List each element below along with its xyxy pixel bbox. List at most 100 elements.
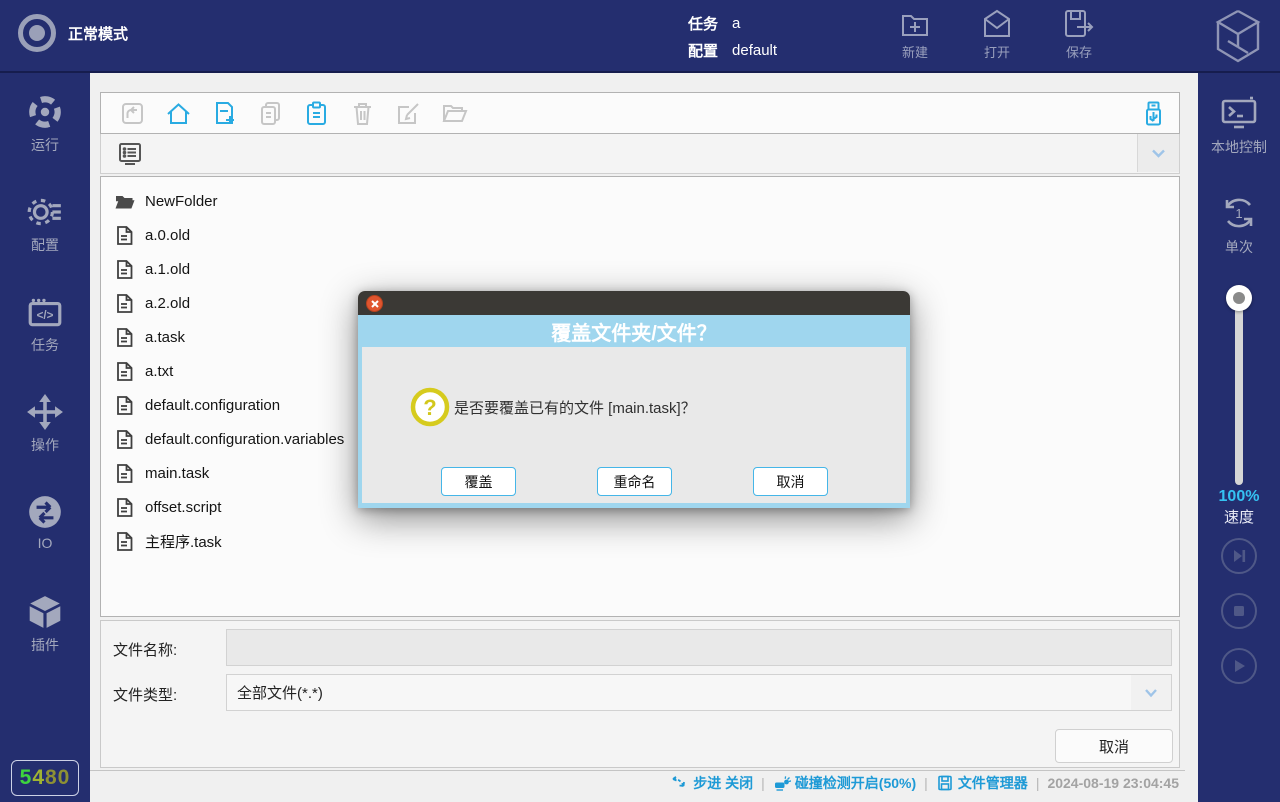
file-row[interactable]: a.0.old	[114, 218, 1179, 252]
paste-button[interactable]	[303, 100, 330, 127]
step-icon	[671, 774, 689, 792]
copy-icon	[257, 100, 284, 127]
file-icon	[114, 429, 135, 450]
stop-button[interactable]	[1221, 593, 1257, 629]
file-icon	[114, 463, 135, 484]
collision-robot-icon	[773, 774, 791, 792]
dialog-cancel-button[interactable]: 取消	[753, 467, 828, 496]
separator: |	[924, 775, 928, 791]
top-bar: 正常模式 任务 a 配置 default 新建 打开 保存	[0, 0, 1280, 73]
step-next-button[interactable]	[1221, 538, 1257, 574]
collision-status[interactable]: 碰撞检测开启(50%)	[773, 773, 916, 793]
new-folder-plus-icon	[899, 8, 931, 40]
delete-icon	[349, 100, 376, 127]
new-task-button[interactable]: 新建	[884, 8, 946, 61]
save-task-button[interactable]: 保存	[1048, 8, 1110, 61]
mode-indicator[interactable]: 正常模式	[18, 14, 128, 52]
single-run-button[interactable]: 1 单次	[1198, 193, 1280, 257]
file-name: NewFolder	[145, 193, 218, 210]
topbar-actions: 新建 打开 保存	[884, 8, 1110, 61]
svg-text:</>: </>	[37, 309, 54, 322]
sidebar-item-label: 运行	[31, 135, 59, 155]
settings-gear-icon	[26, 193, 64, 231]
filetype-select[interactable]: 全部文件(*.*)	[226, 674, 1172, 711]
speed-readout: 100% 速度	[1198, 488, 1280, 527]
right-sidebar: 本地控制 1 单次 100% 速度	[1198, 73, 1280, 802]
single-cycle-icon: 1	[1219, 193, 1259, 233]
file-icon	[114, 395, 135, 416]
overwrite-button[interactable]: 覆盖	[441, 467, 516, 496]
rename-button[interactable]	[395, 100, 422, 127]
usb-device-button[interactable]	[1140, 100, 1167, 127]
dialog-message: 是否要覆盖已有的文件 [main.task]？	[454, 397, 696, 418]
counter-digit: 5	[20, 766, 33, 790]
filename-input[interactable]	[226, 629, 1172, 666]
file-row[interactable]: NewFolder	[114, 184, 1179, 218]
filetype-label: 文件类型:	[113, 684, 177, 705]
back-button[interactable]	[119, 100, 146, 127]
home-button[interactable]	[165, 100, 192, 127]
save-floppy-icon	[1063, 8, 1095, 40]
new-file-button[interactable]	[211, 100, 238, 127]
open-task-button[interactable]: 打开	[966, 8, 1028, 61]
file-name: main.task	[145, 465, 209, 482]
question-icon: ?	[410, 387, 450, 427]
dialog-body: ? 是否要覆盖已有的文件 [main.task]？ 覆盖 重命名 取消	[358, 347, 910, 508]
path-dropdown-button[interactable]	[1137, 134, 1179, 172]
dialog-titlebar[interactable]	[358, 291, 910, 315]
counter-digit: 80	[45, 766, 70, 790]
dialog-close-button[interactable]	[366, 295, 383, 312]
sidebar-item-run[interactable]: 运行	[0, 93, 90, 169]
play-icon	[1229, 656, 1249, 676]
copy-button[interactable]	[257, 100, 284, 127]
file-name: a.2.old	[145, 295, 190, 312]
chevron-down-icon	[1144, 688, 1158, 698]
file-icon	[114, 259, 135, 280]
file-icon	[114, 531, 135, 552]
home-icon	[165, 100, 192, 127]
file-name: a.txt	[145, 363, 173, 380]
sidebar-item-label: 插件	[31, 635, 59, 655]
io-arrows-icon	[26, 493, 64, 531]
step-label: 步进 关闭	[693, 773, 753, 793]
delete-button[interactable]	[349, 100, 376, 127]
speed-label: 速度	[1198, 506, 1280, 527]
skip-next-icon	[1229, 546, 1249, 566]
form-cancel-button[interactable]: 取消	[1055, 729, 1173, 763]
svg-text:1: 1	[1235, 206, 1242, 221]
slider-track[interactable]	[1235, 296, 1243, 485]
file-toolbar	[100, 92, 1180, 134]
speed-slider[interactable]	[1198, 285, 1280, 495]
play-button[interactable]	[1221, 648, 1257, 684]
usb-icon	[1140, 100, 1167, 127]
local-control-button[interactable]: 本地控制	[1198, 93, 1280, 157]
path-selector-row	[100, 134, 1180, 174]
sidebar-item-config[interactable]: 配置	[0, 193, 90, 269]
sidebar-item-label: 操作	[31, 435, 59, 455]
status-timestamp: 2024-08-19 23:04:45	[1047, 775, 1179, 791]
file-manager-status[interactable]: 文件管理器	[936, 773, 1028, 793]
sidebar-item-plugin[interactable]: 插件	[0, 593, 90, 669]
task-label: 任务	[688, 13, 718, 34]
file-row[interactable]: 主程序.task	[114, 524, 1179, 558]
save-task-label: 保存	[1066, 42, 1092, 61]
rename-button[interactable]: 重命名	[597, 467, 672, 496]
task-config-summary: 任务 a 配置 default	[688, 10, 777, 64]
sidebar-item-io[interactable]: IO	[0, 493, 90, 569]
filetype-dropdown-button[interactable]	[1131, 675, 1171, 710]
mode-status-icon	[18, 14, 56, 52]
local-control-label: 本地控制	[1211, 137, 1267, 157]
config-label: 配置	[688, 40, 718, 61]
open-folder-icon	[441, 100, 468, 127]
slider-handle[interactable]	[1226, 285, 1252, 311]
paste-icon	[303, 100, 330, 127]
left-sidebar: 运行 配置 </> 任务 操作 IO 插件 5480	[0, 73, 90, 802]
sidebar-item-operate[interactable]: 操作	[0, 393, 90, 469]
mode-label: 正常模式	[68, 23, 128, 44]
file-name: a.task	[145, 329, 185, 346]
open-folder-button[interactable]	[441, 100, 468, 127]
list-view-icon[interactable]	[117, 141, 143, 167]
file-row[interactable]: a.1.old	[114, 252, 1179, 286]
sidebar-item-task[interactable]: </> 任务	[0, 293, 90, 369]
step-status[interactable]: 步进 关闭	[671, 773, 753, 793]
